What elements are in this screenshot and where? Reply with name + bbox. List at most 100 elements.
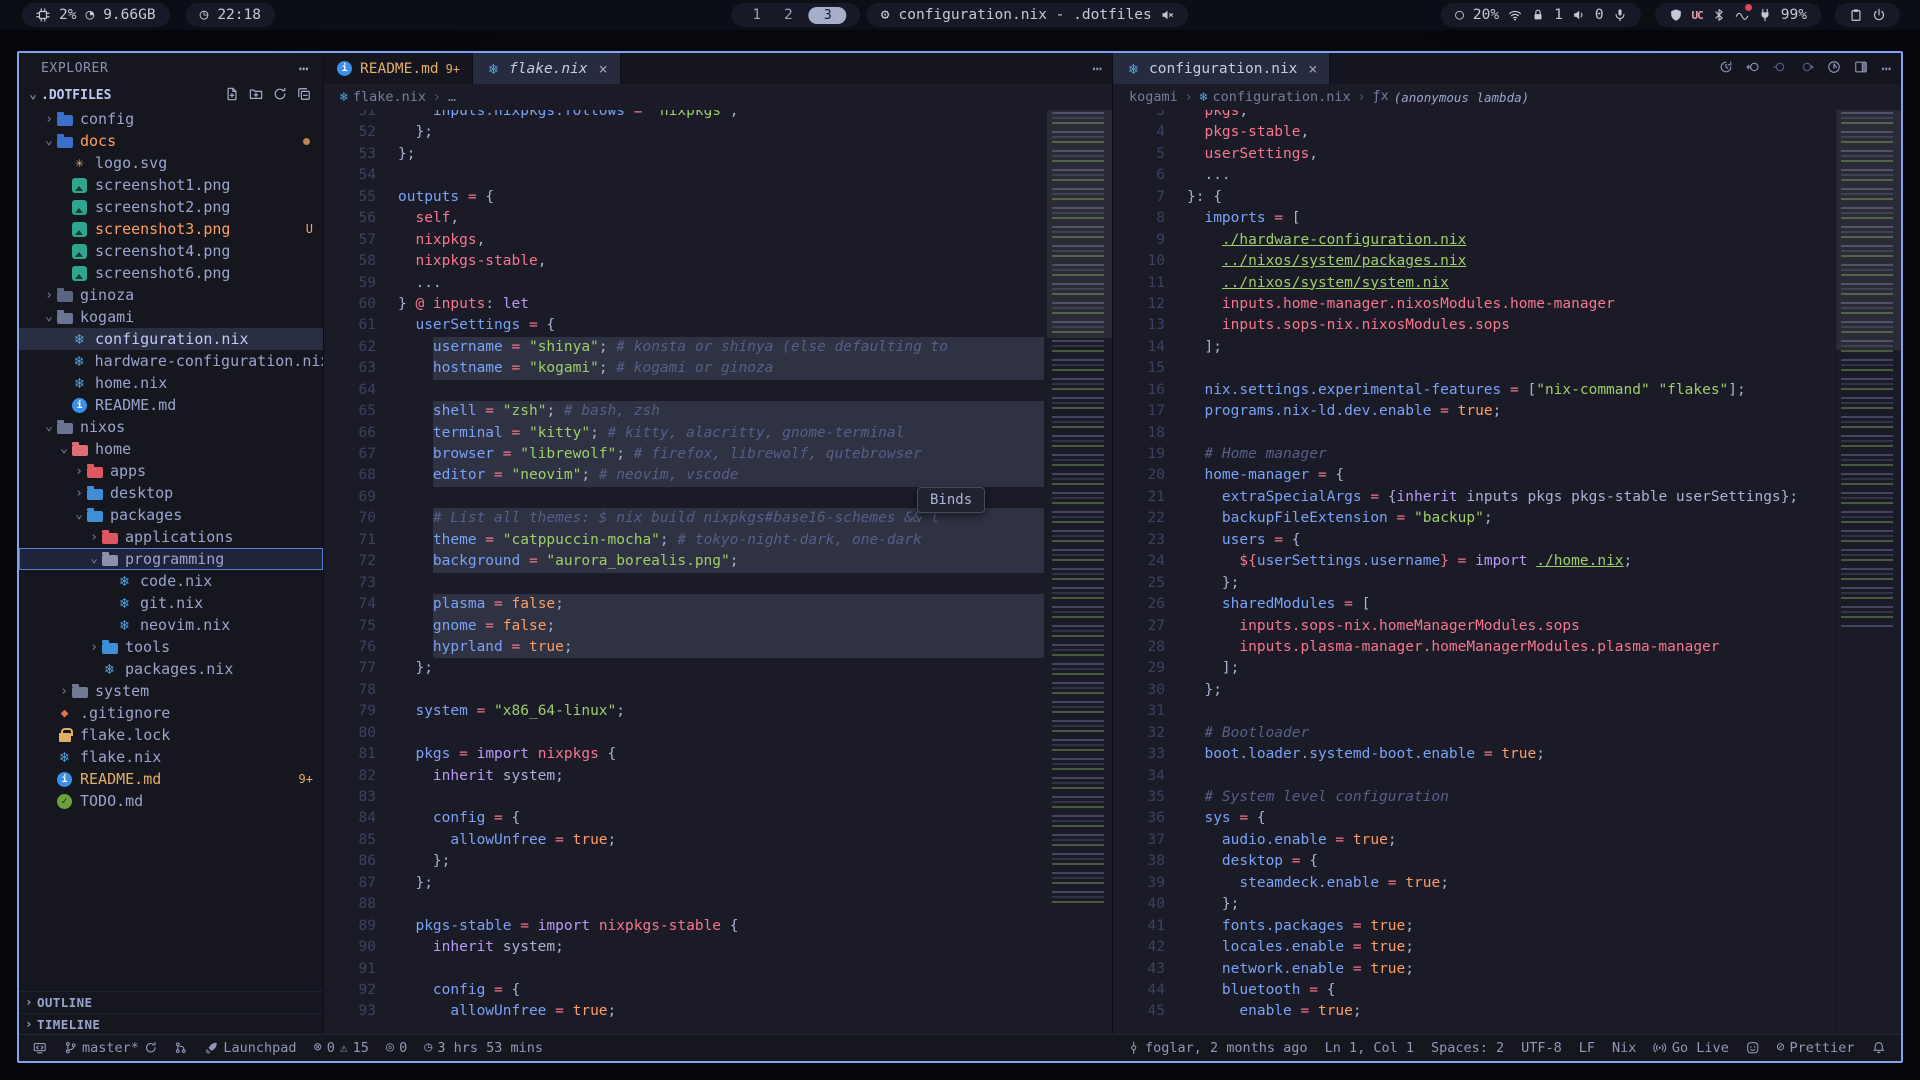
tree-item-code-nix[interactable]: ❄code.nix [19,570,323,592]
tree-item-packages-nix[interactable]: ❄packages.nix [19,658,323,680]
tree-item-label: docs [80,132,116,150]
plug-icon [1758,8,1772,22]
tab-readme-md[interactable]: iREADME.md9+ [324,53,473,84]
new-folder-icon[interactable] [249,87,263,105]
launchpad[interactable]: Launchpad [205,1040,297,1056]
tree-item-hardware-configuration-nix[interactable]: ❄hardware-configuration.nix [19,350,323,372]
nav-prev-icon[interactable] [1773,59,1787,78]
editor-group-2[interactable]: ❄configuration.nix×⋯ kogami›❄configurati… [1112,53,1901,1034]
problems[interactable]: ⊗0⚠15 [314,1040,369,1056]
clock-pill[interactable]: ◷22:18 [186,3,275,27]
tree-item-system[interactable]: ›system [19,680,323,702]
cursor-position[interactable]: Ln 1, Col 1 [1325,1040,1414,1056]
tree-item-git-nix[interactable]: ❄git.nix [19,592,323,614]
tree-item-screenshot6-png[interactable]: screenshot6.png [19,262,323,284]
tree-item-config[interactable]: ›config [19,108,323,130]
breadcrumb-item[interactable]: ❄flake.nix [340,89,426,105]
minimap-1[interactable] [1046,110,1112,1034]
tree-item-applications[interactable]: ›applications [19,526,323,548]
system-stats-pill[interactable]: 2%◔9.66GB [22,3,170,27]
chevron-down-icon: ⌄ [25,87,41,102]
encoding[interactable]: UTF-8 [1521,1040,1562,1056]
nav-next-icon[interactable] [1800,59,1814,78]
ports[interactable]: ◎0 [386,1040,407,1056]
tree-item-screenshot3-png[interactable]: screenshot3.pngU [19,218,323,240]
time-tracker[interactable]: ◷3 hrs 53 mins [424,1040,543,1056]
tree-item-flake-lock[interactable]: flake.lock [19,724,323,746]
close-icon[interactable]: × [599,60,608,78]
tray-pill[interactable]: UC99% [1655,3,1821,27]
tree-item-kogami[interactable]: ⌄kogami [19,306,323,328]
tree-item-home-nix[interactable]: ❄home.nix [19,372,323,394]
tree-item-neovim-nix[interactable]: ❄neovim.nix [19,614,323,636]
tree-item-screenshot2-png[interactable]: screenshot2.png [19,196,323,218]
breadcrumb-item[interactable]: ❄configuration.nix [1200,89,1351,105]
line-number: 9 [1113,230,1165,251]
explorer-more-actions[interactable]: ⋯ [299,59,309,78]
tree-item-packages[interactable]: ⌄packages [19,504,323,526]
tree-item-flake-nix[interactable]: ❄flake.nix [19,746,323,768]
tree-item-screenshot1-png[interactable]: screenshot1.png [19,174,323,196]
workspace[interactable]: 2 [777,7,800,23]
tree-item-home[interactable]: ⌄home [19,438,323,460]
go-live[interactable]: Go Live [1653,1040,1728,1056]
workspace-active[interactable]: 3 [809,7,847,24]
github[interactable] [1746,1041,1760,1055]
collapse-all-icon[interactable] [297,87,311,105]
tree-item-ginoza[interactable]: ›ginoza [19,284,323,306]
breadcrumb-separator: › [1185,90,1193,105]
minimap-slider[interactable] [1047,110,1112,338]
tree-item-nixos[interactable]: ⌄nixos [19,416,323,438]
remote-indicator[interactable] [33,1041,47,1055]
editor-group-1[interactable]: iREADME.md9+❄flake.nix×⋯ ❄flake.nix›… 51… [324,53,1112,1034]
tab-configuration-nix[interactable]: ❄configuration.nix× [1113,53,1330,84]
new-file-icon[interactable] [225,87,239,105]
minimap-2[interactable] [1835,110,1901,1034]
workspace-section-header[interactable]: ⌄ .DOTFILES [19,83,323,108]
tree-item-todo-md[interactable]: ✓TODO.md [19,790,323,812]
tree-item-configuration-nix[interactable]: ❄configuration.nix [19,328,323,350]
breadcrumb-item[interactable]: … [448,89,456,105]
tree-item-desktop[interactable]: ›desktop [19,482,323,504]
tree-item-logo-svg[interactable]: ✳logo.svg [19,152,323,174]
line-number: 58 [324,251,376,272]
nav-back-icon[interactable] [1746,59,1760,78]
minimap-slider[interactable] [1836,110,1901,350]
tree-item-programming[interactable]: ⌄programming [19,548,323,570]
tree-item-screenshot4-png[interactable]: screenshot4.png [19,240,323,262]
editor-configuration-nix[interactable]: 3 pkgs,4 pkgs-stable,5 userSettings,6 ..… [1113,110,1835,1034]
notifications[interactable] [1872,1041,1886,1055]
tree-item-label: apps [110,462,146,480]
indentation[interactable]: Spaces: 2 [1431,1040,1504,1056]
eol[interactable]: LF [1579,1040,1595,1056]
more-icon[interactable]: ⋯ [1881,59,1891,78]
breadcrumb-2[interactable]: kogami›❄configuration.nix›ƒx(anonymous l… [1113,84,1901,110]
git-graph[interactable] [174,1041,188,1055]
sidebar-section-timeline[interactable]: ›TIMELINE [19,1013,323,1034]
tree-item-apps[interactable]: ›apps [19,460,323,482]
more-icon[interactable]: ⋯ [1092,59,1102,78]
tree-item-readme-md[interactable]: iREADME.md9+ [19,768,323,790]
editor-flake-nix[interactable]: 51 inputs.nixpkgs.follows = "nixpkgs";52… [324,110,1046,1034]
language-mode[interactable]: Nix [1612,1040,1636,1056]
workspace[interactable]: 1 [745,7,768,23]
breadcrumb-1[interactable]: ❄flake.nix›… [324,84,1112,110]
tree-item-readme-md[interactable]: iREADME.md [19,394,323,416]
split-editor-icon[interactable] [1854,59,1868,78]
close-icon[interactable]: × [1308,60,1317,78]
breadcrumb-item[interactable]: kogami [1129,89,1178,105]
session-pill[interactable] [1835,3,1900,27]
prettier[interactable]: ⊘Prettier [1776,1040,1854,1056]
breadcrumb-item[interactable]: ƒx(anonymous lambda) [1372,90,1529,105]
git-branch[interactable]: master* [64,1040,158,1056]
run-icon[interactable] [1827,59,1841,78]
git-blame[interactable]: foglar, 2 months ago [1127,1040,1308,1056]
refresh-icon[interactable] [273,87,287,105]
history-icon[interactable] [1719,59,1733,78]
sidebar-section-outline[interactable]: ›OUTLINE [19,992,323,1013]
tab-flake-nix[interactable]: ❄flake.nix× [473,53,621,84]
tree-item--gitignore[interactable]: ◆.gitignore [19,702,323,724]
tree-item-tools[interactable]: ›tools [19,636,323,658]
tree-item-docs[interactable]: ⌄docs [19,130,323,152]
quick-stats-pill[interactable]: ○20%10 [1441,3,1640,27]
